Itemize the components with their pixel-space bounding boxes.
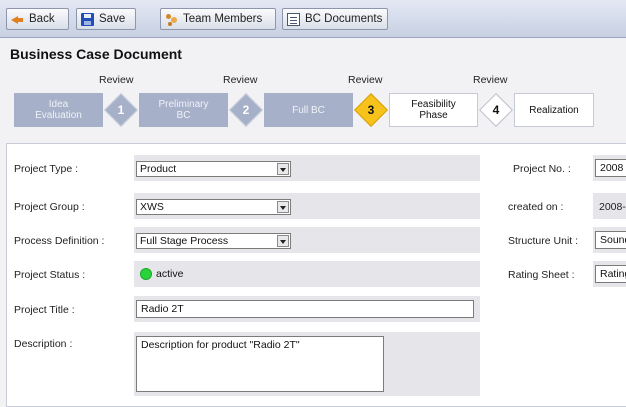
project-group-select[interactable]: XWS [136, 199, 291, 215]
stage-feasibility-phase-line2: Phase [419, 110, 448, 121]
process-definition-select[interactable]: Full Stage Process [136, 233, 291, 249]
chevron-down-icon [277, 235, 289, 247]
rating-sheet-label: Rating Sheet : [508, 269, 575, 281]
project-status-label: Project Status : [14, 269, 86, 281]
back-button[interactable]: Back [6, 8, 69, 30]
project-no-label: Project No. : [513, 163, 571, 175]
stage-realization-label: Realization [529, 104, 579, 116]
project-form-panel: Project Type : Project Group : Process D… [6, 143, 626, 407]
toolbar: Back Save Team Members BC Documents [0, 0, 626, 38]
stage-feasibility-phase[interactable]: Feasibility Phase [389, 93, 478, 127]
status-active-icon [140, 268, 152, 280]
review-label-1: Review [99, 74, 134, 86]
review-label-4: Review [473, 74, 508, 86]
project-type-value: Product [140, 163, 177, 175]
team-members-button-label: Team Members [183, 13, 263, 25]
bc-documents-button[interactable]: BC Documents [282, 8, 388, 30]
save-button[interactable]: Save [76, 8, 136, 30]
project-status-row-bg [134, 261, 480, 287]
project-no-field[interactable]: 2008 [595, 159, 626, 177]
chevron-down-icon [277, 163, 289, 175]
bc-documents-button-label: BC Documents [305, 13, 383, 25]
review-label-2: Review [223, 74, 258, 86]
back-button-label: Back [29, 13, 55, 25]
page-title: Business Case Document [10, 46, 182, 62]
stage-preliminary-bc-line1: Preliminary [158, 99, 209, 110]
gate-2-number[interactable]: 2 [234, 98, 258, 122]
stage-idea-evaluation-line1: Idea [48, 99, 69, 110]
stage-feasibility-phase-line1: Feasibility [411, 99, 456, 110]
document-icon [287, 12, 300, 26]
save-button-label: Save [99, 13, 126, 25]
project-status-value: active [156, 268, 184, 280]
gate-1-number[interactable]: 1 [109, 98, 133, 122]
created-on-label: created on : [508, 201, 564, 213]
team-people-icon [165, 13, 178, 26]
stage-full-bc-label: Full BC [292, 104, 325, 116]
process-definition-value: Full Stage Process [140, 235, 229, 247]
stage-preliminary-bc[interactable]: Preliminary BC [139, 93, 228, 127]
project-group-label: Project Group : [14, 201, 85, 213]
project-title-input[interactable]: Radio 2T [136, 300, 474, 318]
stage-full-bc[interactable]: Full BC [264, 93, 353, 127]
rating-sheet-field[interactable]: Rating [595, 265, 626, 283]
stage-realization[interactable]: Realization [514, 93, 594, 127]
description-label: Description : [14, 338, 73, 350]
project-title-label: Project Title : [14, 304, 75, 316]
gate-4-number[interactable]: 4 [484, 98, 508, 122]
project-group-value: XWS [140, 201, 164, 213]
floppy-disk-icon [81, 12, 94, 26]
stage-idea-evaluation-line2: Evaluation [35, 110, 82, 121]
gate-3-number[interactable]: 3 [359, 98, 383, 122]
stage-preliminary-bc-line2: BC [176, 110, 191, 121]
structure-unit-field[interactable]: Sound [595, 231, 626, 249]
project-type-label: Project Type : [14, 163, 79, 175]
description-textarea[interactable]: Description for product "Radio 2T" [136, 336, 384, 392]
stage-idea-evaluation[interactable]: Idea Evaluation [14, 93, 103, 127]
process-definition-label: Process Definition : [14, 235, 105, 247]
chevron-down-icon [277, 201, 289, 213]
back-arrow-icon [11, 13, 24, 26]
team-members-button[interactable]: Team Members [160, 8, 276, 30]
project-type-select[interactable]: Product [136, 161, 291, 177]
review-label-3: Review [348, 74, 383, 86]
structure-unit-label: Structure Unit : [508, 235, 579, 247]
created-on-value: 2008- [599, 201, 626, 213]
